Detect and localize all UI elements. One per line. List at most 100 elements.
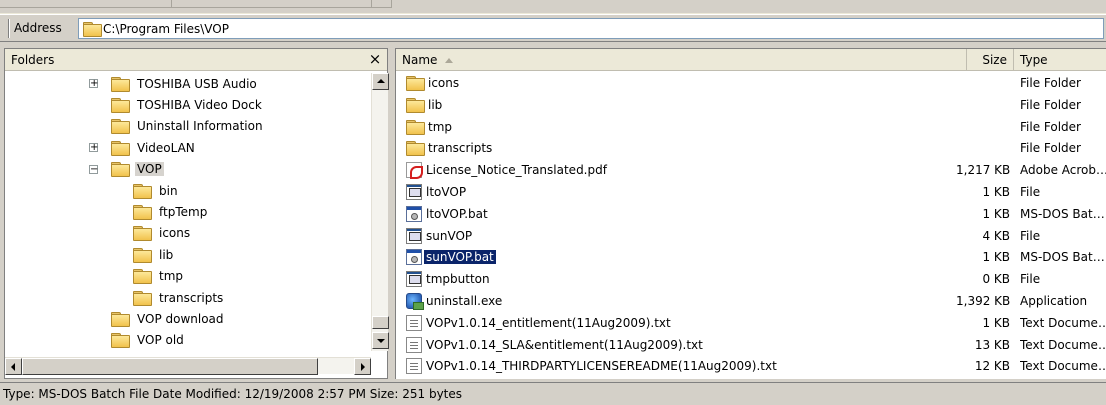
file-row[interactable]: tmpbutton 0 KB File	[396, 268, 1106, 290]
file-name-cell[interactable]: lib	[406, 96, 444, 114]
file-name-cell[interactable]: VOPv1.0.14_THIRDPARTYLICENSEREADME(11Aug…	[406, 357, 779, 375]
file-name-cell[interactable]: sunVOP	[406, 227, 474, 245]
file-name-cell[interactable]: ltoVOP.bat	[406, 205, 490, 223]
file-name: sunVOP.bat	[423, 249, 497, 266]
file-icon	[406, 183, 422, 200]
file-name-cell[interactable]: transcripts	[406, 139, 494, 157]
file-name-cell[interactable]: uninstall.exe	[406, 292, 504, 310]
scroll-down-button[interactable]	[372, 332, 389, 349]
tree-item[interactable]: + TOSHIBA USB Audio	[89, 73, 259, 94]
file-type: File Folder	[1020, 119, 1081, 134]
status-text: Type: MS-DOS Batch File Date Modified: 1…	[3, 387, 463, 401]
file-name: VOPv1.0.14_THIRDPARTYLICENSEREADME(11Aug…	[426, 359, 777, 374]
tree-item[interactable]: transcripts	[133, 287, 225, 308]
column-header-name-label: Name	[402, 53, 438, 67]
address-value[interactable]: C:\Program Files\VOP	[103, 22, 229, 36]
tree-item[interactable]: + VideoLAN	[89, 137, 197, 158]
column-header-type[interactable]: Type	[1014, 49, 1106, 71]
folder-tree-vertical-scrollbar[interactable]	[371, 73, 389, 351]
tree-item[interactable]: tmp	[133, 266, 185, 287]
folder-tree-horizontal-scrollbar[interactable]	[5, 357, 371, 375]
address-label: Address	[14, 21, 62, 35]
tree-item-label: TOSHIBA USB Audio	[137, 76, 257, 91]
batch-file-icon	[406, 205, 422, 222]
folder-tree: + TOSHIBA USB Audio TOSHIBA Video Dock Unin…	[5, 73, 369, 351]
text-document-icon	[406, 314, 422, 331]
folder-icon	[406, 76, 425, 91]
file-icon	[406, 227, 422, 244]
file-row[interactable]: sunVOP.bat 1 KB MS-DOS Batch File	[396, 246, 1106, 268]
scroll-thumb[interactable]	[22, 358, 318, 375]
tree-item[interactable]: Uninstall Information	[111, 116, 265, 137]
scroll-thumb[interactable]	[372, 316, 389, 329]
expand-icon[interactable]: +	[89, 143, 98, 153]
arrow-down-icon	[377, 339, 385, 343]
folder-icon	[406, 119, 425, 135]
file-type: File	[1020, 272, 1041, 287]
file-name: uninstall.exe	[426, 293, 503, 308]
file-name-cell[interactable]: sunVOP.bat	[406, 248, 497, 266]
file-name-cell[interactable]: ltoVOP	[406, 183, 468, 201]
file-name-cell[interactable]: tmpbutton	[406, 270, 492, 288]
tree-item[interactable]: bin	[133, 180, 180, 201]
folder-icon	[133, 269, 152, 285]
tree-item[interactable]: VOP download	[111, 308, 226, 329]
file-row[interactable]: VOPv1.0.14_THIRDPARTYLICENSEREADME(11Aug…	[396, 355, 1106, 377]
scroll-up-button[interactable]	[372, 73, 389, 90]
scroll-left-button[interactable]	[5, 358, 22, 375]
file-name-cell[interactable]: VOPv1.0.14_SLA&entitlement(11Aug2009).tx…	[406, 336, 705, 354]
file-row[interactable]: sunVOP 4 KB File	[396, 225, 1106, 247]
file-row[interactable]: uninstall.exe 1,392 KB Application	[396, 290, 1106, 312]
toolbar-grip	[8, 19, 10, 38]
close-icon[interactable]: ×	[366, 50, 384, 68]
file-type: File	[1020, 228, 1041, 243]
file-size: 13 KB	[974, 337, 1010, 352]
file-row[interactable]: transcripts File Folder	[396, 137, 1106, 159]
file-icon	[406, 271, 422, 288]
tree-item-label: Uninstall Information	[137, 119, 263, 134]
file-row[interactable]: VOPv1.0.14_entitlement(11Aug2009).txt 1 K…	[396, 312, 1106, 334]
file-row[interactable]: VOPv1.0.14_SLA&entitlement(11Aug2009).tx…	[396, 334, 1106, 356]
folder-icon	[406, 141, 425, 157]
column-header-name[interactable]: Name	[396, 49, 967, 71]
file-name-cell[interactable]: tmp	[406, 118, 454, 136]
file-row[interactable]: tmp File Folder	[396, 116, 1106, 138]
arrow-left-icon	[11, 363, 15, 371]
text-document-icon	[406, 358, 422, 375]
tree-item[interactable]: icons	[133, 223, 192, 244]
folder-icon	[111, 333, 130, 349]
column-header-size-label: Size	[982, 53, 1007, 67]
folder-icon	[111, 119, 130, 135]
tree-item-label: VideoLAN	[137, 140, 195, 155]
file-type: Application	[1020, 293, 1088, 308]
tree-item[interactable]: VOP old	[111, 330, 186, 351]
file-name: sunVOP	[426, 228, 473, 243]
file-list-pane: Name Size Type icons File Folder lib File F…	[395, 48, 1106, 379]
collapse-icon[interactable]: −	[89, 164, 98, 174]
folder-icon	[111, 140, 130, 156]
column-header-size[interactable]: Size	[967, 49, 1014, 71]
file-size: 1 KB	[982, 184, 1010, 199]
file-size: 1 KB	[982, 206, 1010, 221]
file-name-cell[interactable]: icons	[406, 74, 461, 92]
folder-icon	[133, 226, 152, 242]
file-row[interactable]: ltoVOP.bat 1 KB MS-DOS Batch File	[396, 203, 1106, 225]
file-row[interactable]: lib File Folder	[396, 94, 1106, 116]
file-type: Text Document	[1020, 315, 1106, 330]
expand-icon[interactable]: +	[89, 79, 98, 89]
file-row[interactable]: ltoVOP 1 KB File	[396, 181, 1106, 203]
address-field[interactable]: C:\Program Files\VOP	[78, 18, 1104, 39]
tree-item[interactable]: − VOP	[89, 159, 164, 180]
file-row[interactable]: License_Notice_Translated.pdf 1,217 KB Ado…	[396, 159, 1106, 181]
tree-item-label: ftpTemp	[159, 204, 208, 219]
file-name-cell[interactable]: License_Notice_Translated.pdf	[406, 161, 609, 180]
tree-item[interactable]: lib	[133, 244, 175, 265]
file-row[interactable]: icons File Folder	[396, 72, 1106, 94]
tree-item[interactable]: ftpTemp	[133, 201, 209, 222]
file-type: File Folder	[1020, 141, 1081, 156]
scroll-right-button[interactable]	[354, 358, 371, 375]
file-name-cell[interactable]: VOPv1.0.14_entitlement(11Aug2009).txt	[406, 314, 673, 332]
toolbar-segment	[172, 0, 372, 8]
tree-item[interactable]: TOSHIBA Video Dock	[111, 94, 264, 115]
column-header-type-label: Type	[1020, 53, 1048, 67]
